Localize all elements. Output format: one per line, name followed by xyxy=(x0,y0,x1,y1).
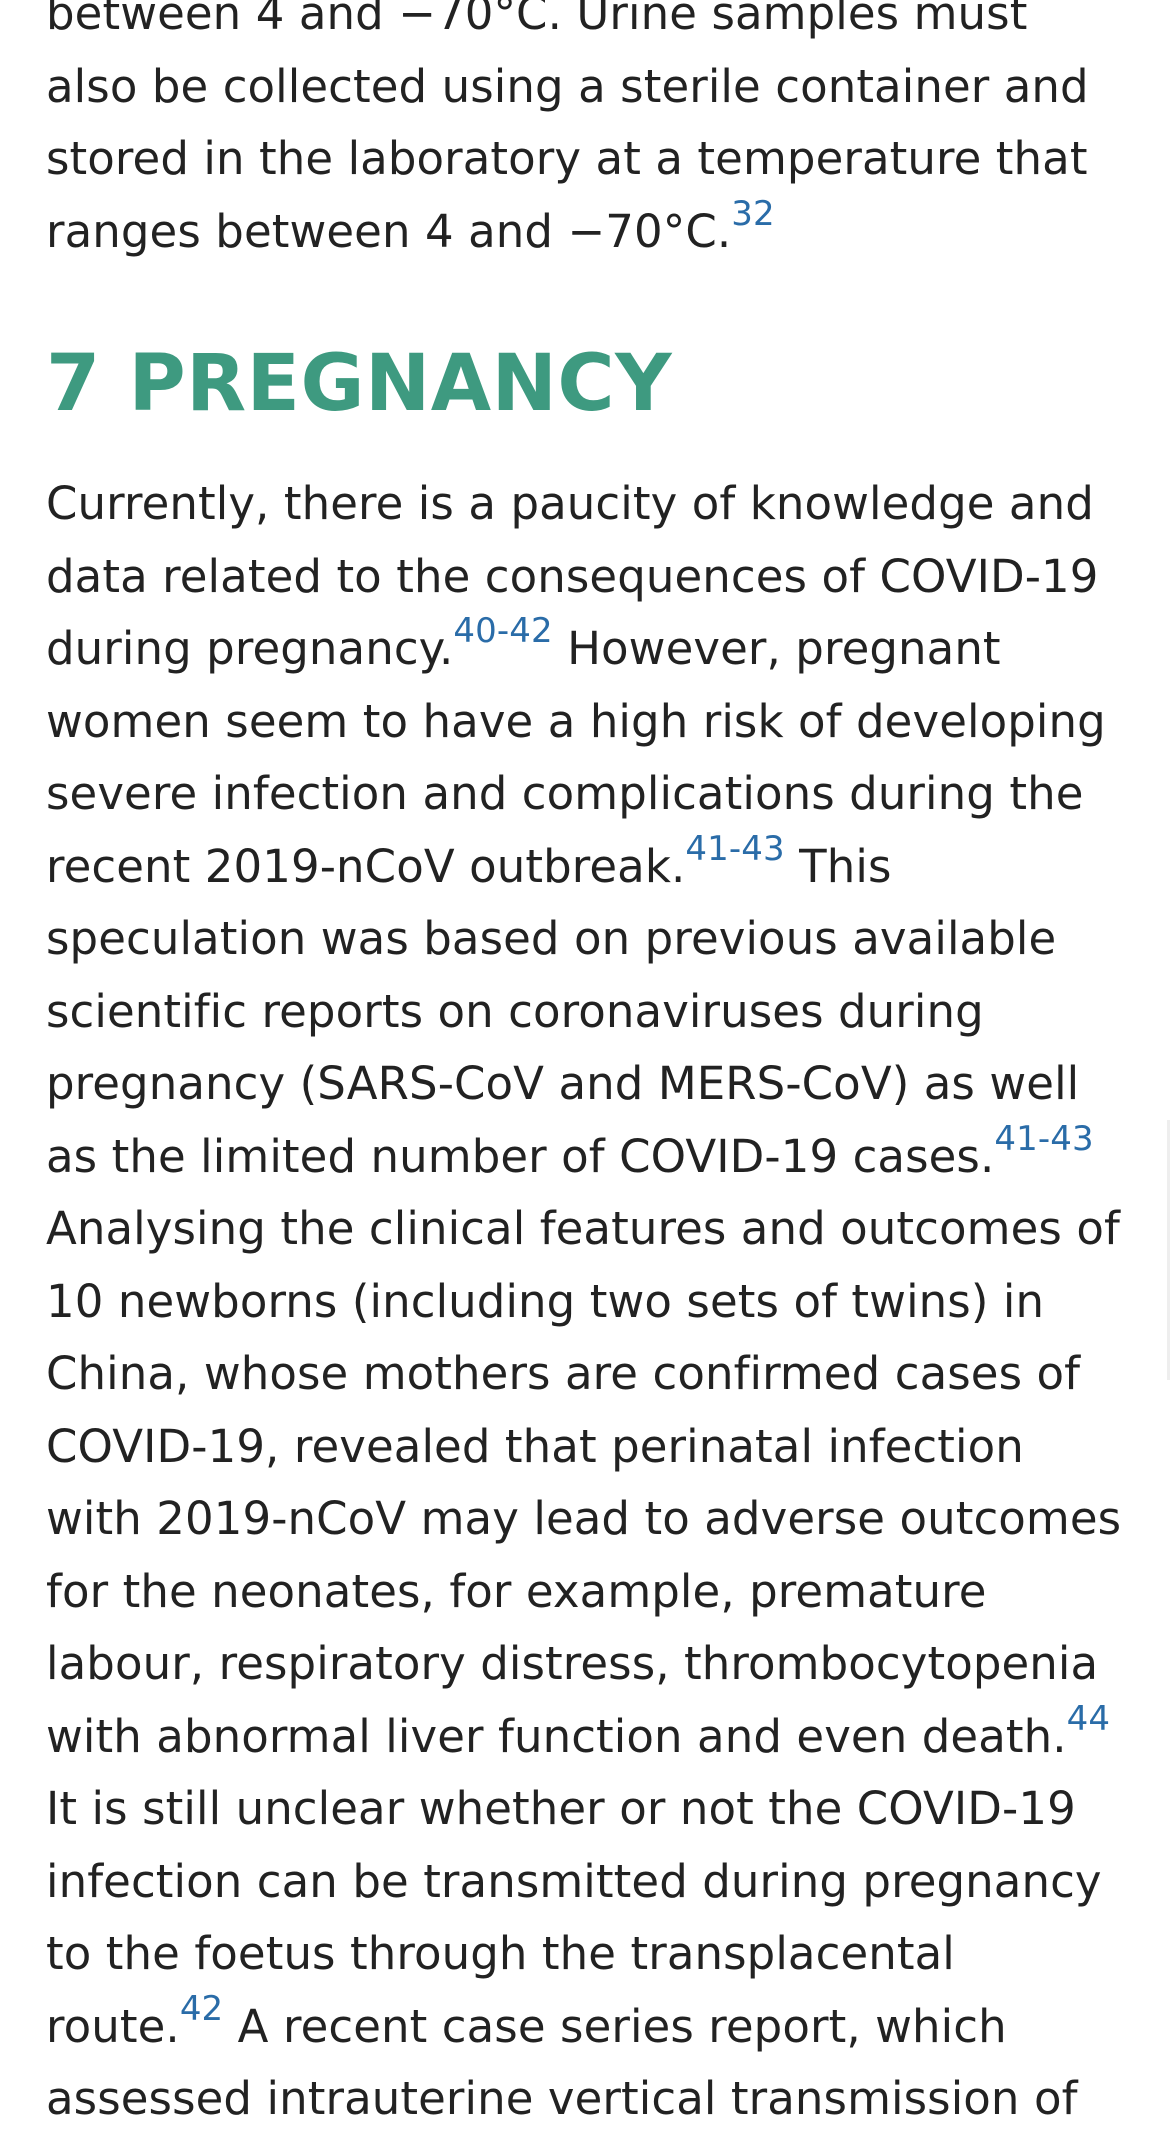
citation-link-42[interactable]: 42 xyxy=(180,1989,223,2029)
paragraph-text: Analysing the clinical features and outc… xyxy=(46,1202,1122,1763)
citation-link-32[interactable]: 32 xyxy=(731,194,774,234)
paragraph-storage-text: between 4 and −70°C. Urine samples must … xyxy=(46,0,1089,258)
citation-link-40[interactable]: 40 xyxy=(453,611,496,651)
citation-link-41[interactable]: 41 xyxy=(994,1119,1037,1159)
paragraph-pregnancy: Currently, there is a paucity of knowled… xyxy=(46,468,1124,2136)
article-body: between 4 and −70°C. Urine samples must … xyxy=(46,0,1124,2136)
section-heading: 7 PREGNANCY xyxy=(46,334,1124,434)
citation-separator: - xyxy=(1037,1118,1051,1159)
paragraph-storage: between 4 and −70°C. Urine samples must … xyxy=(46,0,1124,268)
section-title: PREGNANCY xyxy=(128,339,673,429)
citation-separator: - xyxy=(728,828,742,869)
citation-link-41[interactable]: 41 xyxy=(685,829,728,869)
citation-link-44[interactable]: 44 xyxy=(1067,1699,1110,1739)
citation-link-42[interactable]: 42 xyxy=(509,611,552,651)
citation-link-43[interactable]: 43 xyxy=(741,829,784,869)
citation-separator: - xyxy=(496,611,510,651)
section-number: 7 xyxy=(46,339,101,429)
citation-link-43[interactable]: 43 xyxy=(1050,1119,1093,1159)
